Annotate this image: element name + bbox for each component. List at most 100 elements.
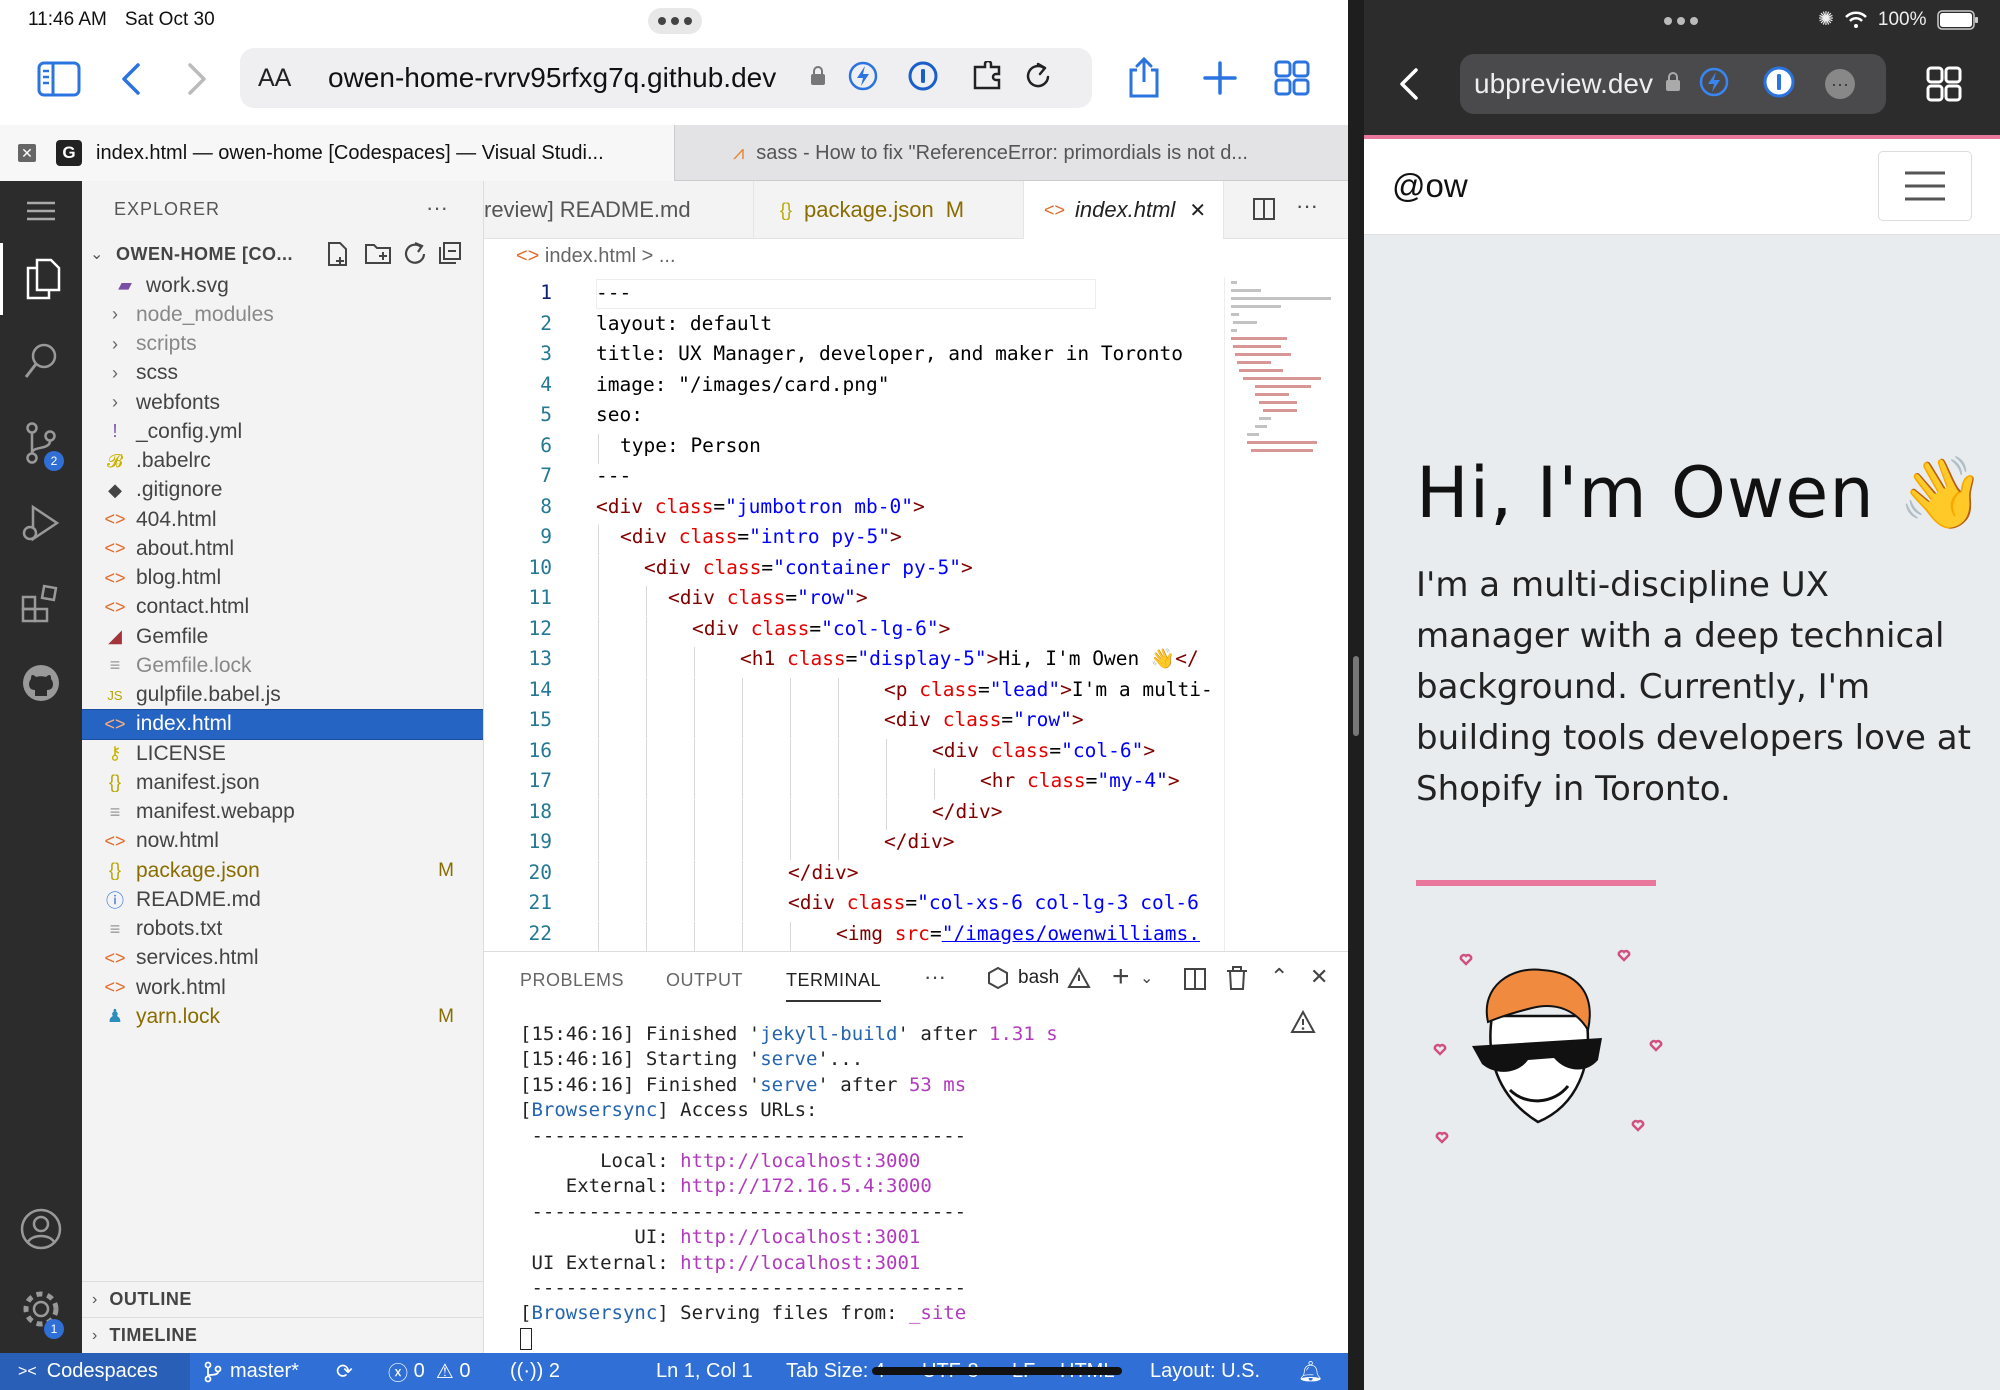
extension-puzzle-icon[interactable]: [972, 59, 1004, 96]
file-tree-item[interactable]: <> services.html: [82, 944, 483, 973]
sidebar-toggle-icon[interactable]: [36, 58, 82, 100]
file-tree-item[interactable]: ≡ Gemfile.lock: [82, 651, 483, 680]
file-tree-item[interactable]: JS gulpfile.babel.js: [82, 681, 483, 710]
code-line[interactable]: </div>: [788, 861, 858, 884]
more-actions-icon[interactable]: ···: [426, 195, 448, 221]
outline-section[interactable]: › OUTLINE: [82, 1281, 483, 1317]
file-tree-item[interactable]: › node_modules: [82, 300, 483, 329]
back-icon[interactable]: [116, 58, 146, 100]
forward-icon[interactable]: [182, 58, 212, 100]
editor-tab-package-json[interactable]: {} package.json M: [754, 181, 1024, 239]
file-tree-item[interactable]: <> now.html: [82, 827, 483, 856]
file-tree-item[interactable]: <> contact.html: [82, 593, 483, 622]
reader-aa-button[interactable]: AA: [258, 64, 306, 93]
account-icon[interactable]: [0, 1193, 82, 1265]
tab-terminal[interactable]: TERMINAL: [786, 970, 882, 1002]
browser-tab-inactive[interactable]: ⩘ sass - How to fix "ReferenceError: pri…: [674, 125, 1348, 181]
notifications-bell-icon[interactable]: 🔔︎: [1298, 1353, 1323, 1390]
code-line[interactable]: <div class="col-6">: [932, 739, 1155, 762]
code-line[interactable]: <h1 class="display-5">Hi, I'm Owen 👋</: [740, 647, 1199, 670]
new-tab-icon[interactable]: [1200, 58, 1240, 98]
search-icon[interactable]: [0, 325, 82, 397]
file-tree-item[interactable]: › webfonts: [82, 388, 483, 417]
extensions-icon[interactable]: [0, 567, 82, 639]
url-text[interactable]: ubpreview.dev: [1474, 68, 1653, 100]
source-control-icon[interactable]: 2: [0, 407, 82, 479]
code-line[interactable]: <div class="container py-5">: [644, 556, 973, 579]
split-terminal-icon[interactable]: [1184, 968, 1206, 995]
file-tree-item[interactable]: › scss: [82, 359, 483, 388]
code-line[interactable]: </div>: [932, 800, 1002, 823]
tab-output[interactable]: OUTPUT: [666, 970, 743, 991]
multitasking-dots[interactable]: [648, 8, 702, 34]
password-manager-icon[interactable]: [1763, 66, 1795, 103]
terminal-output[interactable]: [15:46:16] Finished 'jekyll-build' after…: [520, 1022, 1058, 1327]
file-tree-item[interactable]: <> 404.html: [82, 505, 483, 534]
file-tree-item[interactable]: › scripts: [82, 330, 483, 359]
close-panel-icon[interactable]: ✕: [1310, 964, 1328, 990]
bolt-extension-icon[interactable]: [848, 61, 878, 96]
back-icon[interactable]: [1394, 64, 1424, 104]
explorer-icon[interactable]: [0, 243, 82, 315]
browser-tab-active[interactable]: ✕ G index.html — owen-home [Codespaces] …: [0, 125, 674, 181]
problems-indicator[interactable]: ⓧ 0 ⚠ 0: [388, 1353, 470, 1390]
navbar-toggle-button[interactable]: [1878, 151, 1972, 221]
tab-size[interactable]: Tab Size: 4: [786, 1353, 885, 1390]
site-brand[interactable]: @ow: [1392, 167, 1468, 205]
code-line[interactable]: layout: default: [596, 312, 772, 335]
reload-icon[interactable]: [1024, 61, 1052, 96]
file-tree-item[interactable]: <> work.html: [82, 973, 483, 1002]
workspace-header[interactable]: ⌄ OWEN-HOME [CO...: [82, 235, 483, 273]
code-line[interactable]: seo:: [596, 403, 643, 426]
branch-indicator[interactable]: master*: [204, 1353, 299, 1390]
code-line[interactable]: <div class="row">: [668, 586, 868, 609]
address-bar[interactable]: AA owen-home-rvrv95rfxg7q.github.dev: [240, 48, 1092, 108]
file-tree-item[interactable]: {} package.json M: [82, 856, 483, 885]
url-text[interactable]: owen-home-rvrv95rfxg7q.github.dev: [328, 62, 798, 94]
code-line[interactable]: </div>: [884, 830, 954, 853]
code-line[interactable]: type: Person: [620, 434, 761, 457]
file-tree-item[interactable]: <> about.html: [82, 534, 483, 563]
code-line[interactable]: <hr class="my-4">: [980, 769, 1180, 792]
file-tree-item[interactable]: ⚷ LICENSE: [82, 739, 483, 768]
editor-tab-readme[interactable]: review] README.md: [484, 181, 754, 239]
bolt-extension-icon[interactable]: [1699, 67, 1729, 102]
split-editor-icon[interactable]: [1252, 197, 1276, 226]
file-tree-item[interactable]: ⓘ README.md: [82, 885, 483, 914]
close-icon[interactable]: ✕: [1189, 198, 1206, 223]
more-icon[interactable]: ···: [1825, 69, 1856, 99]
close-tab-icon[interactable]: ✕: [18, 144, 36, 162]
code-line[interactable]: <div class="col-xs-6 col-lg-3 col-6: [788, 891, 1199, 914]
code-line[interactable]: <p class="lead">I'm a multi-: [884, 678, 1213, 701]
remote-indicator[interactable]: >< Codespaces: [0, 1353, 190, 1390]
code-line[interactable]: title: UX Manager, developer, and maker …: [596, 342, 1183, 365]
github-icon[interactable]: [0, 647, 82, 719]
terminal-selector[interactable]: bash: [986, 966, 1091, 990]
file-tree-item[interactable]: ◆ .gitignore: [82, 476, 483, 505]
file-tree-item[interactable]: ≡ manifest.webapp: [82, 798, 483, 827]
code-line[interactable]: <div class="row">: [884, 708, 1084, 731]
sync-icon[interactable]: ⟳: [336, 1353, 353, 1390]
new-file-icon[interactable]: [326, 241, 350, 272]
code-line[interactable]: <div class="intro py-5">: [620, 525, 902, 548]
multitasking-dots[interactable]: [1664, 17, 1698, 25]
minimap[interactable]: [1224, 277, 1348, 951]
run-debug-icon[interactable]: [0, 487, 82, 559]
file-tree-item[interactable]: <> blog.html: [82, 564, 483, 593]
code-view[interactable]: 1 --- 2 layout: default 3 title: UX Manager, …: [484, 277, 1224, 951]
menu-icon[interactable]: [0, 181, 82, 241]
code-line[interactable]: <img src="/images/owenwilliams.: [836, 922, 1200, 945]
breadcrumb[interactable]: <> index.html > ...: [516, 245, 676, 268]
tab-overview-icon[interactable]: [1272, 58, 1312, 98]
keyboard-layout[interactable]: Layout: U.S.: [1150, 1353, 1260, 1390]
tab-problems[interactable]: PROBLEMS: [520, 970, 624, 991]
more-actions-icon[interactable]: ···: [924, 964, 946, 990]
password-manager-icon[interactable]: [908, 61, 938, 96]
collapse-all-icon[interactable]: [438, 241, 464, 272]
cursor-position[interactable]: Ln 1, Col 1: [656, 1353, 753, 1390]
file-tree-item[interactable]: {} manifest.json: [82, 768, 483, 797]
code-line[interactable]: <div class="col-lg-6">: [692, 617, 950, 640]
refresh-icon[interactable]: [402, 241, 428, 272]
ports-indicator[interactable]: ((·)) 2: [510, 1353, 560, 1390]
file-tree-item[interactable]: ♟ yarn.lock M: [82, 1002, 483, 1031]
